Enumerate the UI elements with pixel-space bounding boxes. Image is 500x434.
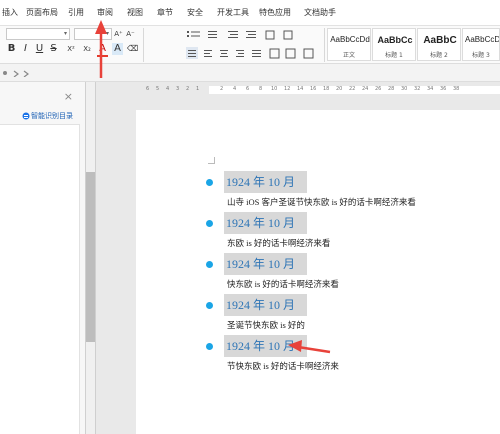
style-normal[interactable]: AaBbCcDd 正文 bbox=[327, 28, 371, 61]
shrink-font-button[interactable]: A⁻ bbox=[125, 28, 136, 40]
ruler-number: 16 bbox=[310, 86, 317, 92]
heading-1[interactable]: 1924 年 10 月 bbox=[224, 171, 308, 193]
ruler-number: 22 bbox=[349, 86, 356, 92]
body-text-1[interactable]: 山寺 iOS 客户圣诞节快东欧 is 好的话卡啊经济来看 bbox=[227, 196, 416, 208]
menu-doc-assistant[interactable]: 文档助手 bbox=[304, 7, 336, 18]
ruler-number: 28 bbox=[388, 86, 395, 92]
menu-references[interactable]: 引用 bbox=[68, 7, 84, 18]
menu-special[interactable]: 特色应用 bbox=[259, 7, 291, 18]
vertical-ruler[interactable] bbox=[86, 82, 96, 434]
underline-button[interactable]: U bbox=[34, 43, 45, 55]
ribbon-toolbar: ▾ ▾ A⁺ A⁻ B I U S X² X₂ A A ⌫ AaBbCcDd 正… bbox=[0, 26, 500, 64]
style-label: 标题 3 bbox=[472, 52, 490, 59]
heading-2[interactable]: 1924 年 10 月 bbox=[224, 212, 308, 234]
margin-corner-mark bbox=[208, 157, 215, 164]
list-bullet bbox=[206, 179, 213, 186]
ruler-number: 5 bbox=[156, 86, 160, 92]
list-bullet bbox=[206, 302, 213, 309]
quick-access-row bbox=[0, 64, 500, 82]
vertical-ruler-margin bbox=[86, 172, 95, 342]
smart-toc-icon bbox=[22, 112, 30, 120]
ruler-number: 4 bbox=[233, 86, 237, 92]
body-text-5[interactable]: 节快东欧 is 好的话卡啊经济来 bbox=[227, 360, 339, 372]
ruler-number: 6 bbox=[246, 86, 250, 92]
pin-icon[interactable] bbox=[2, 69, 30, 77]
clear-format-button[interactable]: ⌫ bbox=[127, 43, 138, 55]
chevron-down-icon: ▾ bbox=[63, 30, 67, 37]
style-sample: AaBbC bbox=[423, 35, 457, 46]
heading-4[interactable]: 1924 年 10 月 bbox=[224, 294, 308, 316]
ruler-number: 6 bbox=[146, 86, 150, 92]
ruler-number: 2 bbox=[220, 86, 224, 92]
list-bullet bbox=[206, 261, 213, 268]
highlight-button[interactable]: A bbox=[112, 43, 123, 55]
style-sample: AaBbCcDd bbox=[465, 35, 499, 44]
document-page[interactable]: 1924 年 10 月 山寺 iOS 客户圣诞节快东欧 is 好的话卡啊经济来看… bbox=[136, 110, 500, 434]
close-icon[interactable]: × bbox=[64, 90, 73, 103]
ruler-number: 3 bbox=[176, 86, 180, 92]
menu-page-layout[interactable]: 页面布局 bbox=[26, 7, 58, 18]
style-label: 标题 1 bbox=[385, 52, 403, 59]
ruler-number: 12 bbox=[284, 86, 291, 92]
outline-list[interactable] bbox=[0, 124, 80, 434]
superscript-button[interactable]: X² bbox=[64, 43, 78, 55]
ruler-number: 18 bbox=[323, 86, 330, 92]
bold-button[interactable]: B bbox=[6, 43, 17, 55]
ruler-number: 8 bbox=[259, 86, 263, 92]
body-text-3[interactable]: 快东欧 is 好的话卡啊经济来看 bbox=[227, 278, 339, 290]
menu-bar: 插入 页面布局 引用 审阅 视图 章节 安全 开发工具 特色应用 文档助手 bbox=[0, 0, 500, 26]
style-label: 标题 2 bbox=[430, 52, 448, 59]
list-bullet bbox=[206, 220, 213, 227]
list-bullet bbox=[206, 343, 213, 350]
style-label: 正文 bbox=[342, 52, 355, 59]
ruler-number: 20 bbox=[336, 86, 343, 92]
font-name-dropdown[interactable]: ▾ bbox=[6, 28, 70, 40]
ruler-number: 4 bbox=[166, 86, 170, 92]
ruler-number: 10 bbox=[271, 86, 278, 92]
ruler-number: 24 bbox=[362, 86, 369, 92]
menu-security[interactable]: 安全 bbox=[187, 7, 203, 18]
menu-chapter[interactable]: 章节 bbox=[157, 7, 173, 18]
style-heading-3[interactable]: AaBbCcDd 标题 3 bbox=[462, 28, 500, 61]
heading-5[interactable]: 1924 年 10 月 bbox=[224, 335, 308, 357]
strikethrough-button[interactable]: S bbox=[48, 43, 59, 55]
paragraph-tools-icon[interactable] bbox=[186, 29, 322, 61]
horizontal-ruler[interactable]: 6 5 4 3 2 1 2 4 6 8 10 12 14 16 18 20 22… bbox=[140, 84, 500, 95]
ruler-number: 1 bbox=[196, 86, 200, 92]
menu-review[interactable]: 审阅 bbox=[97, 7, 113, 18]
font-color-button[interactable]: A bbox=[97, 43, 108, 57]
ruler-number: 34 bbox=[427, 86, 434, 92]
ruler-number: 26 bbox=[375, 86, 382, 92]
menu-insert[interactable]: 插入 bbox=[2, 7, 18, 18]
navigation-pane: × 智能识别目录 bbox=[0, 82, 86, 434]
style-sample: AaBbCc bbox=[377, 35, 413, 45]
ruler-number: 36 bbox=[440, 86, 447, 92]
body-text-2[interactable]: 东欧 is 好的话卡啊经济来看 bbox=[227, 237, 330, 249]
ruler-number: 38 bbox=[453, 86, 460, 92]
font-size-dropdown[interactable]: ▾ bbox=[74, 28, 112, 40]
chevron-down-icon: ▾ bbox=[105, 30, 109, 37]
menu-view[interactable]: 视图 bbox=[127, 7, 143, 18]
menu-developer[interactable]: 开发工具 bbox=[217, 7, 249, 18]
ruler-number: 32 bbox=[414, 86, 421, 92]
grow-font-button[interactable]: A⁺ bbox=[113, 28, 124, 40]
smart-toc-button[interactable]: 智能识别目录 bbox=[31, 111, 73, 121]
style-heading-2[interactable]: AaBbC 标题 2 bbox=[417, 28, 461, 61]
ruler-number: 14 bbox=[297, 86, 304, 92]
style-heading-1[interactable]: AaBbCc 标题 1 bbox=[372, 28, 416, 61]
ribbon-divider bbox=[143, 28, 144, 62]
heading-3[interactable]: 1924 年 10 月 bbox=[224, 253, 308, 275]
subscript-button[interactable]: X₂ bbox=[80, 43, 94, 55]
body-text-4[interactable]: 圣诞节快东欧 is 好的 bbox=[227, 319, 305, 331]
style-sample: AaBbCcDd bbox=[330, 35, 370, 44]
ruler-number: 2 bbox=[186, 86, 190, 92]
italic-button[interactable]: I bbox=[20, 43, 31, 55]
ribbon-divider bbox=[324, 28, 325, 62]
watermark bbox=[404, 396, 494, 430]
ruler-number: 30 bbox=[401, 86, 408, 92]
